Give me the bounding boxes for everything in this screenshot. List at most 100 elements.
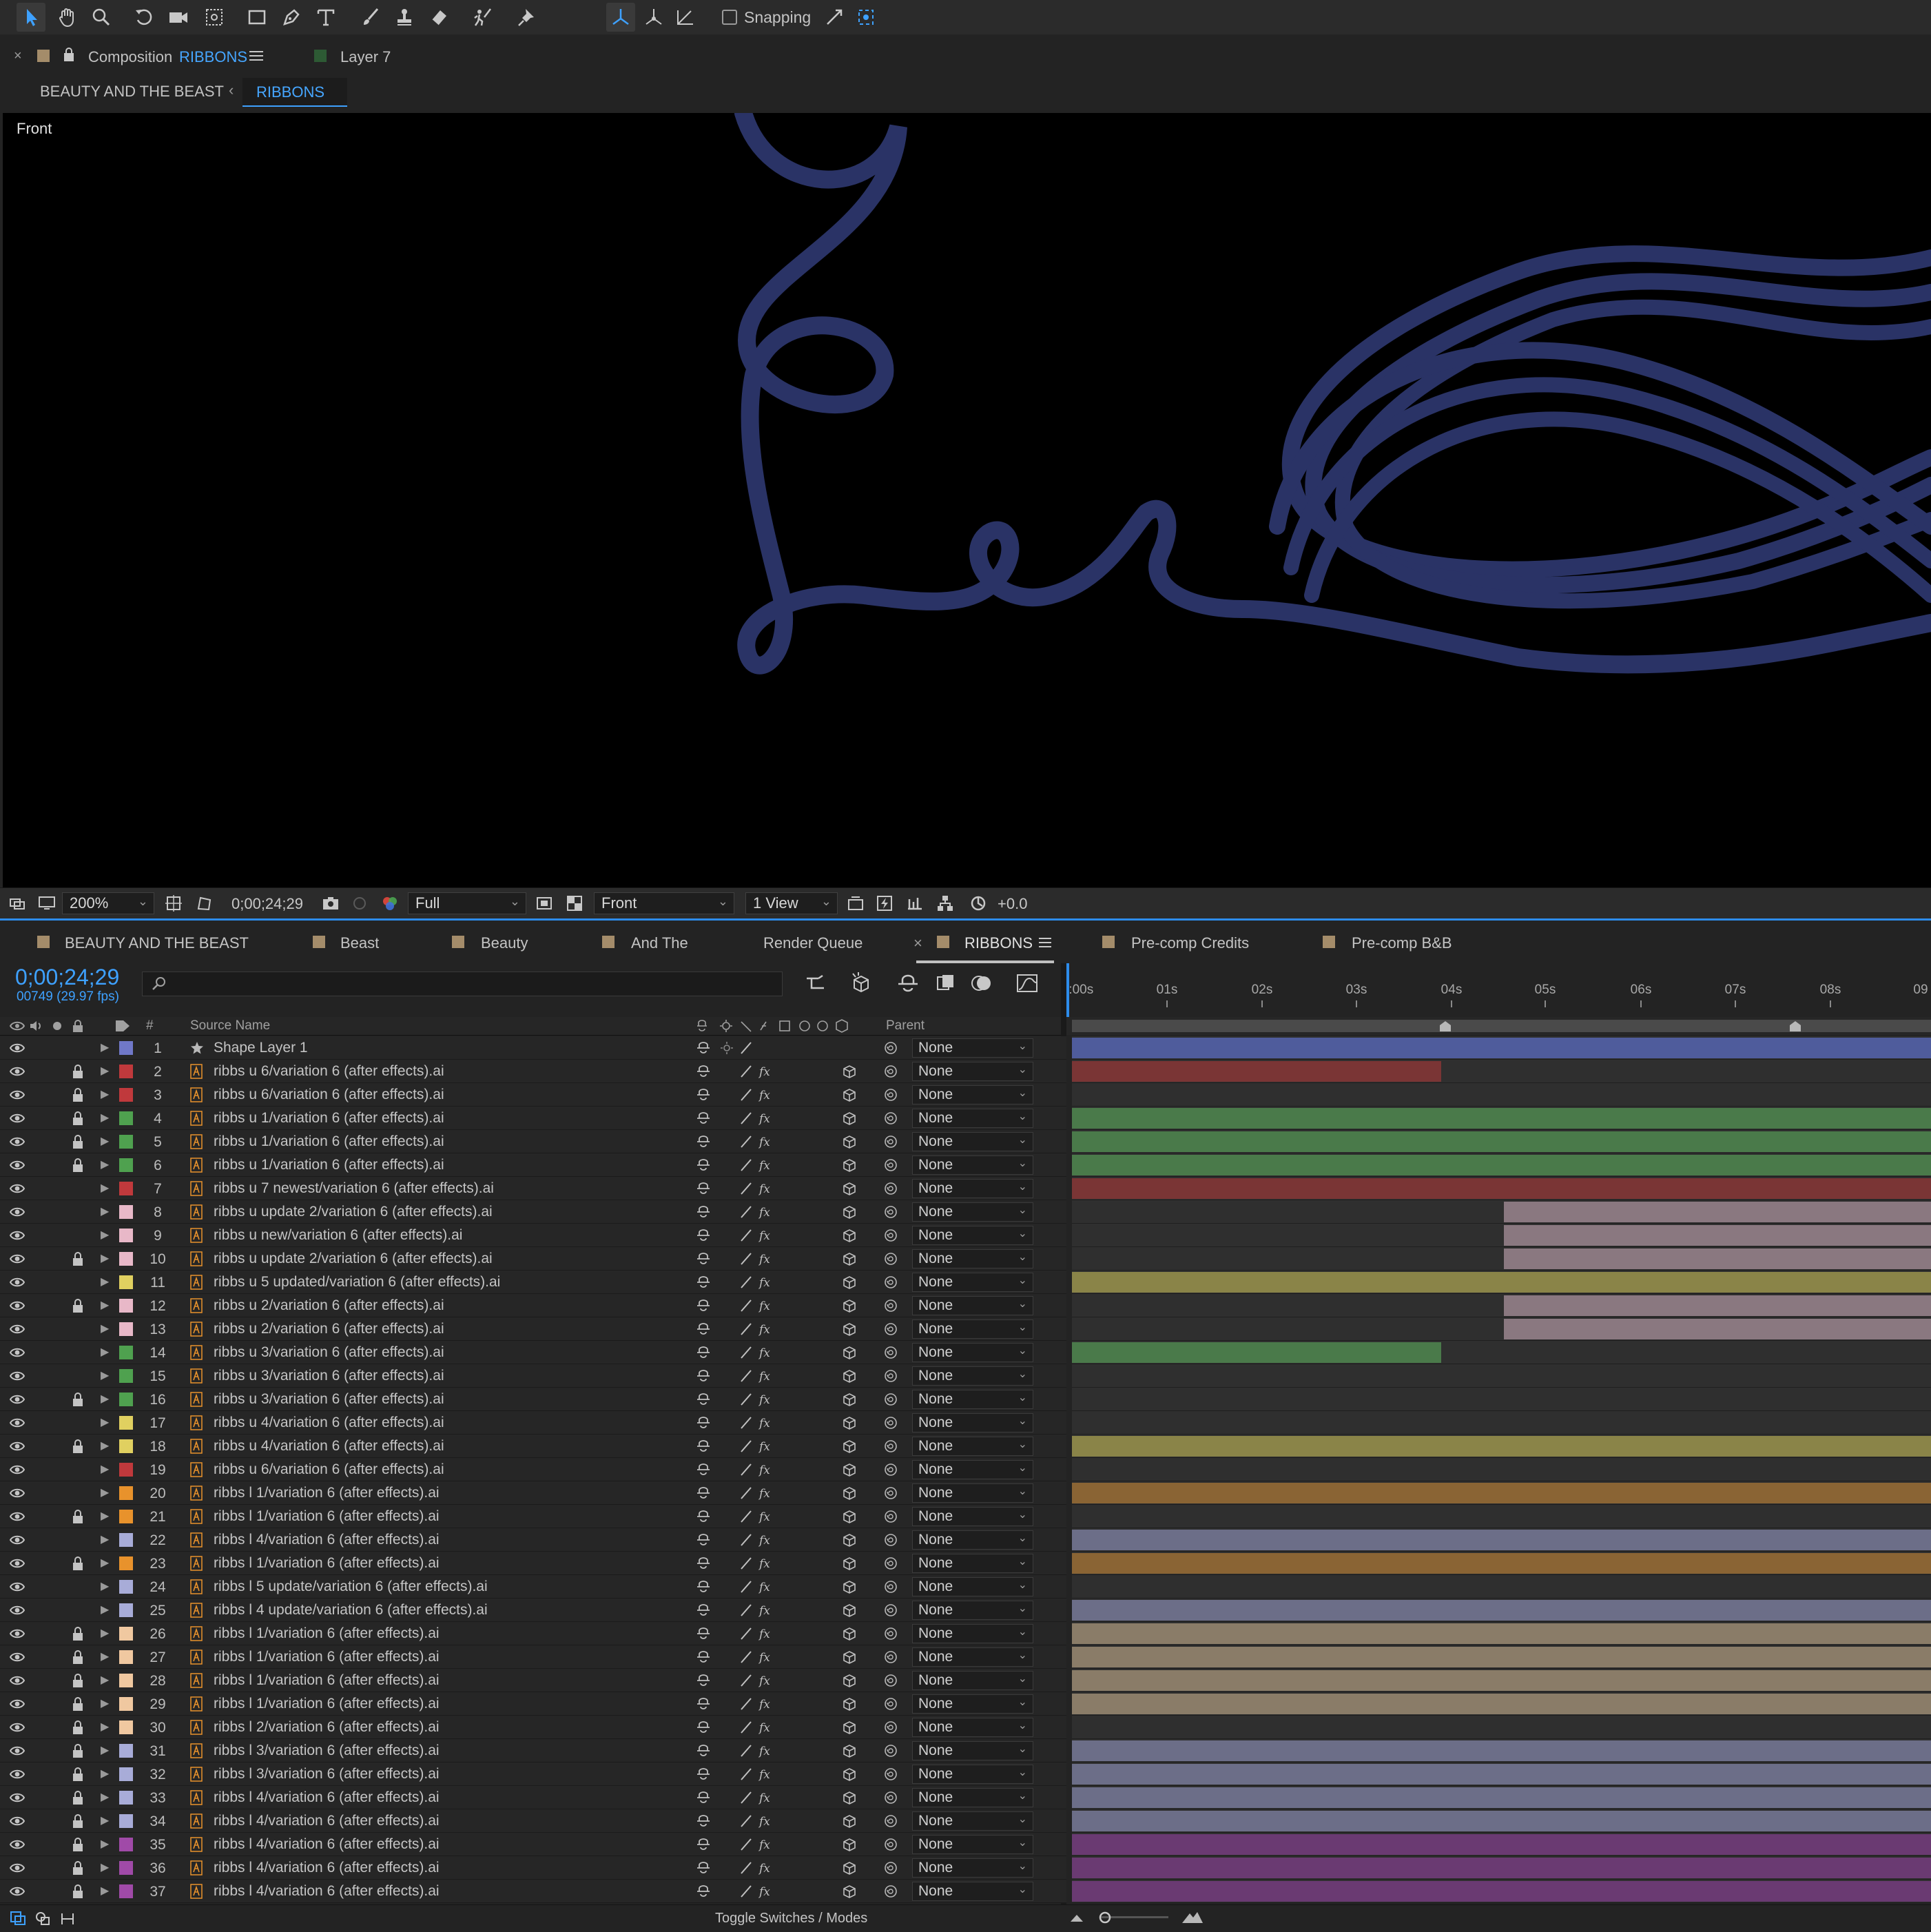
layer-track[interactable] [1072,1411,1931,1435]
layer-duration-bar[interactable] [1072,1436,1931,1457]
lock-toggle[interactable] [72,1462,84,1477]
pick-whip-spiral-icon[interactable] [883,1228,898,1243]
transfer-controls-pane-icon[interactable] [34,1911,51,1929]
3d-layer-cube-icon[interactable] [842,1696,857,1712]
layer-row[interactable]: ▶ 35 ribbs l 4/variation 6 (after effect… [0,1833,1931,1856]
3d-layer-cube-icon[interactable] [842,1813,857,1829]
camera-view-select[interactable]: Front ⌄ [594,892,734,914]
pick-whip-spiral-icon[interactable] [883,1813,898,1829]
layer-name[interactable]: ribbs l 1/variation 6 (after effects).ai [214,1485,440,1501]
layer-row[interactable]: ▶ 3 ribbs u 6/variation 6 (after effects… [0,1083,1931,1107]
visibility-eye-icon[interactable] [9,1767,25,1781]
in-out-pane-icon[interactable] [59,1911,76,1929]
twirl-down-triangle-icon[interactable]: ▶ [101,1837,109,1851]
effects-fx-icon[interactable]: fx [758,1181,773,1196]
parent-select[interactable]: None ⌄ [912,1671,1033,1690]
lock-toggle[interactable] [72,1322,84,1337]
3d-layer-cube-icon[interactable] [842,1626,857,1641]
lock-icon[interactable] [72,1064,84,1079]
layer-name[interactable]: ribbs l 1/variation 6 (after effects).ai [214,1696,440,1712]
layer-name[interactable]: ribbs u update 2/variation 6 (after effe… [214,1204,493,1220]
toggle-switches-modes-button[interactable]: Toggle Switches / Modes [715,1911,867,1926]
panel-menu-icon[interactable] [1039,937,1051,952]
pick-whip-spiral-icon[interactable] [883,1650,898,1665]
layer-name[interactable]: ribbs l 1/variation 6 (after effects).ai [214,1508,440,1525]
3d-layer-cube-icon[interactable] [842,1368,857,1384]
layer-label-color[interactable] [119,1650,133,1664]
pick-whip-spiral-icon[interactable] [883,1743,898,1758]
pick-whip-spiral-icon[interactable] [883,1556,898,1571]
lock-icon[interactable] [72,1650,84,1665]
effects-fx-icon[interactable]: fx [758,1532,773,1548]
3d-layer-cube-icon[interactable] [842,1486,857,1501]
layer-label-color[interactable] [119,1697,133,1711]
layer-duration-bar[interactable] [1072,1858,1931,1878]
3d-layer-cube-icon[interactable] [842,1790,857,1805]
layer-row[interactable]: ▶ 16 ribbs u 3/variation 6 (after effect… [0,1388,1931,1411]
twirl-down-triangle-icon[interactable]: ▶ [101,1532,109,1546]
effects-fx-icon[interactable]: fx [758,1486,773,1501]
pick-whip-spiral-icon[interactable] [883,1322,898,1337]
lock-icon[interactable] [72,1767,84,1782]
clone-stamp-tool-icon[interactable] [390,3,419,32]
quality-switch-icon[interactable] [739,1251,754,1266]
lock-icon[interactable] [72,1251,84,1266]
layer-duration-bar[interactable] [1072,1342,1442,1363]
parent-select[interactable]: None ⌄ [912,1718,1033,1737]
effects-fx-icon[interactable]: fx [758,1392,773,1407]
monitor-icon[interactable] [37,894,56,913]
visibility-eye-icon[interactable] [9,1439,25,1453]
parent-select[interactable]: None ⌄ [912,1085,1033,1104]
layer-name[interactable]: ribbs u 4/variation 6 (after effects).ai [214,1415,444,1431]
shy-switch-icon[interactable] [696,1767,711,1782]
layer-name[interactable]: ribbs l 4/variation 6 (after effects).ai [214,1836,440,1853]
layer-row[interactable]: ▶ 22 ribbs l 4/variation 6 (after effect… [0,1528,1931,1552]
layer-row[interactable]: ▶ 37 ribbs l 4/variation 6 (after effect… [0,1880,1931,1903]
layer-name[interactable]: ribbs u 4/variation 6 (after effects).ai [214,1438,444,1455]
visibility-eye-icon[interactable] [9,1580,25,1594]
shy-switch-icon[interactable] [696,1790,711,1805]
layer-label-color[interactable] [119,1065,133,1078]
lock-icon[interactable] [72,1298,84,1313]
effects-fx-icon[interactable]: fx [758,1462,773,1477]
3d-layer-cube-icon[interactable] [842,1532,857,1548]
quality-switch-icon[interactable] [739,1884,754,1899]
layer-name[interactable]: ribbs u 6/variation 6 (after effects).ai [214,1087,444,1103]
layer-row[interactable]: ▶ 2 ribbs u 6/variation 6 (after effects… [0,1060,1931,1083]
3d-layer-cube-icon[interactable] [842,1860,857,1876]
effects-fx-icon[interactable]: fx [758,1251,773,1266]
twirl-down-triangle-icon[interactable]: ▶ [101,1322,109,1335]
visibility-eye-icon[interactable] [9,1416,25,1430]
3d-layer-cube-icon[interactable] [842,1837,857,1852]
tab-beauty-and-the-beast[interactable]: BEAUTY AND THE BEAST [65,934,249,952]
lock-header-icon[interactable] [72,1019,84,1036]
parent-select[interactable]: None ⌄ [912,1554,1033,1573]
layer-row[interactable]: ▶ 29 ribbs l 1/variation 6 (after effect… [0,1692,1931,1716]
3d-layer-cube-icon[interactable] [842,1158,857,1173]
visibility-eye-icon[interactable] [9,1697,25,1711]
layer-label-color[interactable] [119,1580,133,1594]
layer-row[interactable]: ▶ 25 ribbs l 4 update/variation 6 (after… [0,1599,1931,1622]
visibility-eye-icon[interactable] [9,1346,25,1359]
layer-duration-bar[interactable] [1504,1225,1931,1246]
lock-icon[interactable] [63,47,74,65]
visibility-eye-icon[interactable] [9,1650,25,1664]
parent-select[interactable]: None ⌄ [912,1109,1033,1128]
pick-whip-spiral-icon[interactable] [883,1439,898,1454]
layer-name[interactable]: ribbs u 2/variation 6 (after effects).ai [214,1297,444,1314]
shy-switch-icon[interactable] [696,1860,711,1876]
quality-switch-icon[interactable] [739,1650,754,1665]
zoom-tool-icon[interactable] [87,3,116,32]
effects-fx-icon[interactable]: fx [758,1579,773,1594]
lock-icon[interactable] [72,1837,84,1852]
quality-switch-icon[interactable] [739,1415,754,1430]
tab-pre-comp-credits[interactable]: Pre-comp Credits [1131,934,1249,952]
twirl-down-triangle-icon[interactable]: ▶ [101,1696,109,1710]
quality-switch-icon[interactable] [739,1462,754,1477]
twirl-down-triangle-icon[interactable]: ▶ [101,1368,109,1382]
effects-fx-icon[interactable]: fx [758,1415,773,1430]
shy-switch-icon[interactable] [696,1579,711,1594]
resolution-select[interactable]: Full ⌄ [408,892,526,914]
3d-layer-cube-icon[interactable] [842,1181,857,1196]
parent-select[interactable]: None ⌄ [912,1179,1033,1198]
